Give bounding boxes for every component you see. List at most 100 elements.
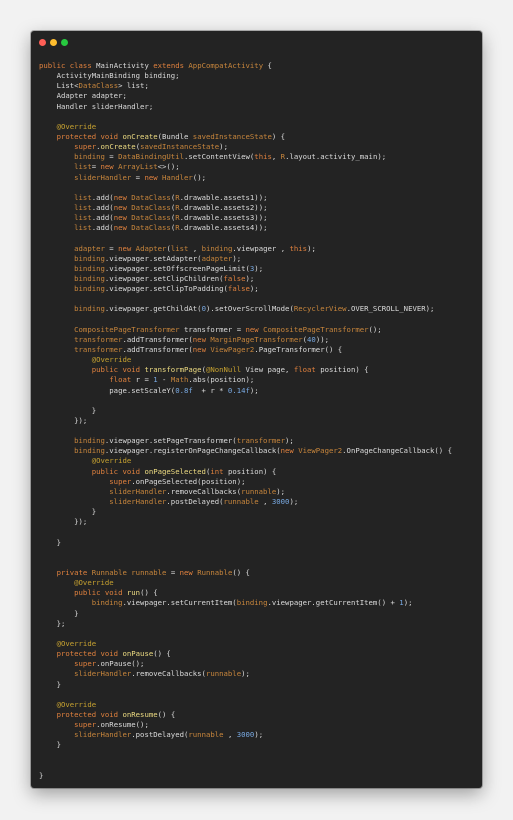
code-token: protected void [39, 649, 123, 659]
code-line: } [39, 771, 478, 781]
code-line: super.onResume(); [39, 720, 478, 730]
code-token: ); [403, 598, 413, 608]
code-line: sliderHandler.postDelayed(runnable , 300… [39, 497, 478, 507]
code-token: onResume [122, 710, 158, 719]
code-line: protected void onCreate(Bundle savedInst… [39, 132, 478, 142]
code-token: onPause [122, 649, 154, 659]
code-token: list [39, 192, 92, 202]
code-token: .drawable.assets3)); [179, 213, 268, 223]
code-token: } [39, 507, 97, 517]
close-window-icon[interactable] [39, 39, 46, 46]
code-token: run [126, 588, 141, 598]
code-token: binding [201, 243, 233, 253]
code-token: .viewpager.getCurrentItem() + [267, 598, 400, 608]
code-token: new [179, 568, 198, 578]
code-token: .onPause(); [96, 659, 145, 669]
code-token: .addTransformer( [122, 344, 193, 354]
code-line: float r = 1 - Math.abs(position); [39, 375, 478, 385]
code-line: binding.viewpager.setCurrentItem(binding… [39, 598, 478, 608]
code-token: }; [39, 618, 66, 628]
code-token: list [39, 223, 92, 233]
code-token: new [100, 162, 119, 172]
code-token: .OnPageChangeCallback() { [342, 446, 452, 456]
code-token: .drawable.assets4)); [179, 223, 268, 233]
code-token: new [113, 202, 132, 212]
code-token: , [188, 243, 202, 253]
code-token: .viewpager.getChildAt( [104, 304, 202, 314]
code-token: } [39, 608, 79, 618]
code-token: list [170, 243, 189, 253]
code-token: super [39, 142, 97, 152]
code-token: } [39, 537, 61, 547]
code-token: 0.8f [175, 385, 193, 395]
code-token: savedInstanceState [192, 131, 272, 141]
code-token: new [192, 344, 211, 354]
code-token: private [39, 568, 92, 578]
code-line: binding.viewpager.setClipToPadding(false… [39, 284, 478, 294]
code-token: float [39, 375, 136, 385]
code-token: .viewpager.setClipChildren( [104, 273, 224, 283]
code-token: } [39, 740, 61, 750]
code-token: = [104, 152, 119, 162]
code-token: runnable [188, 730, 224, 740]
code-line: protected void onResume() { [39, 710, 478, 720]
code-token: RecyclerView [293, 304, 347, 314]
code-token: (); [368, 324, 382, 334]
code-line: @Override [39, 355, 478, 365]
code-token: View page, [241, 365, 294, 375]
code-line: sliderHandler.removeCallbacks(runnable); [39, 487, 478, 497]
code-token: ViewPager2 [210, 344, 255, 354]
code-token: () { [232, 568, 250, 578]
code-token: - [157, 375, 171, 385]
code-line: }); [39, 416, 478, 426]
code-token: () { [153, 649, 171, 659]
code-token: (Bundle [157, 131, 193, 141]
code-line: } [39, 609, 478, 619]
code-token: public void [39, 588, 127, 598]
code-line: } [39, 680, 478, 690]
code-token: ); [249, 385, 259, 395]
code-line: list.add(new DataClass(R.drawable.assets… [39, 203, 478, 213]
code-token: binding [236, 598, 268, 608]
code-token: = [166, 568, 180, 578]
code-token: ); [219, 142, 228, 152]
minimize-window-icon[interactable] [50, 39, 57, 46]
code-token: transformer [39, 344, 123, 354]
code-line: @Override [39, 639, 478, 649]
code-token: > list; [118, 81, 149, 91]
code-token: float [293, 365, 321, 375]
code-token: CompositePageTransformer [39, 324, 180, 334]
code-token: sliderHandler [39, 486, 167, 496]
code-token: = [131, 172, 145, 182]
code-line: binding.viewpager.registerOnPageChangeCa… [39, 446, 478, 456]
code-token: { [263, 61, 272, 70]
code-token: list [39, 202, 92, 212]
code-token: this [254, 152, 272, 162]
code-token: false [223, 273, 246, 283]
code-token: .removeCallbacks( [131, 669, 206, 679]
code-token: r = [135, 375, 154, 385]
code-token: runnable [241, 486, 277, 496]
code-token: }); [39, 415, 88, 425]
code-token: ); [289, 497, 299, 507]
code-token: .drawable.assets2)); [179, 202, 268, 212]
code-token: <>(); [157, 162, 180, 172]
code-token: onCreate [122, 131, 158, 141]
code-token: .viewpager.setPageTransformer( [104, 436, 237, 446]
code-token: onCreate [100, 142, 136, 152]
code-token: position) { [320, 365, 369, 375]
maximize-window-icon[interactable] [61, 39, 68, 46]
code-token: @Override [39, 699, 97, 709]
code-token: ); [232, 253, 242, 263]
code-token: DataBindingUtil [118, 152, 184, 162]
code-line: binding.viewpager.setOffscreenPageLimit(… [39, 264, 478, 274]
code-token: runnable [131, 568, 167, 578]
code-token: .add( [91, 202, 114, 212]
code-line: Adapter adapter; [39, 91, 478, 101]
code-token: ); [285, 436, 294, 446]
code-token: new [144, 172, 163, 182]
